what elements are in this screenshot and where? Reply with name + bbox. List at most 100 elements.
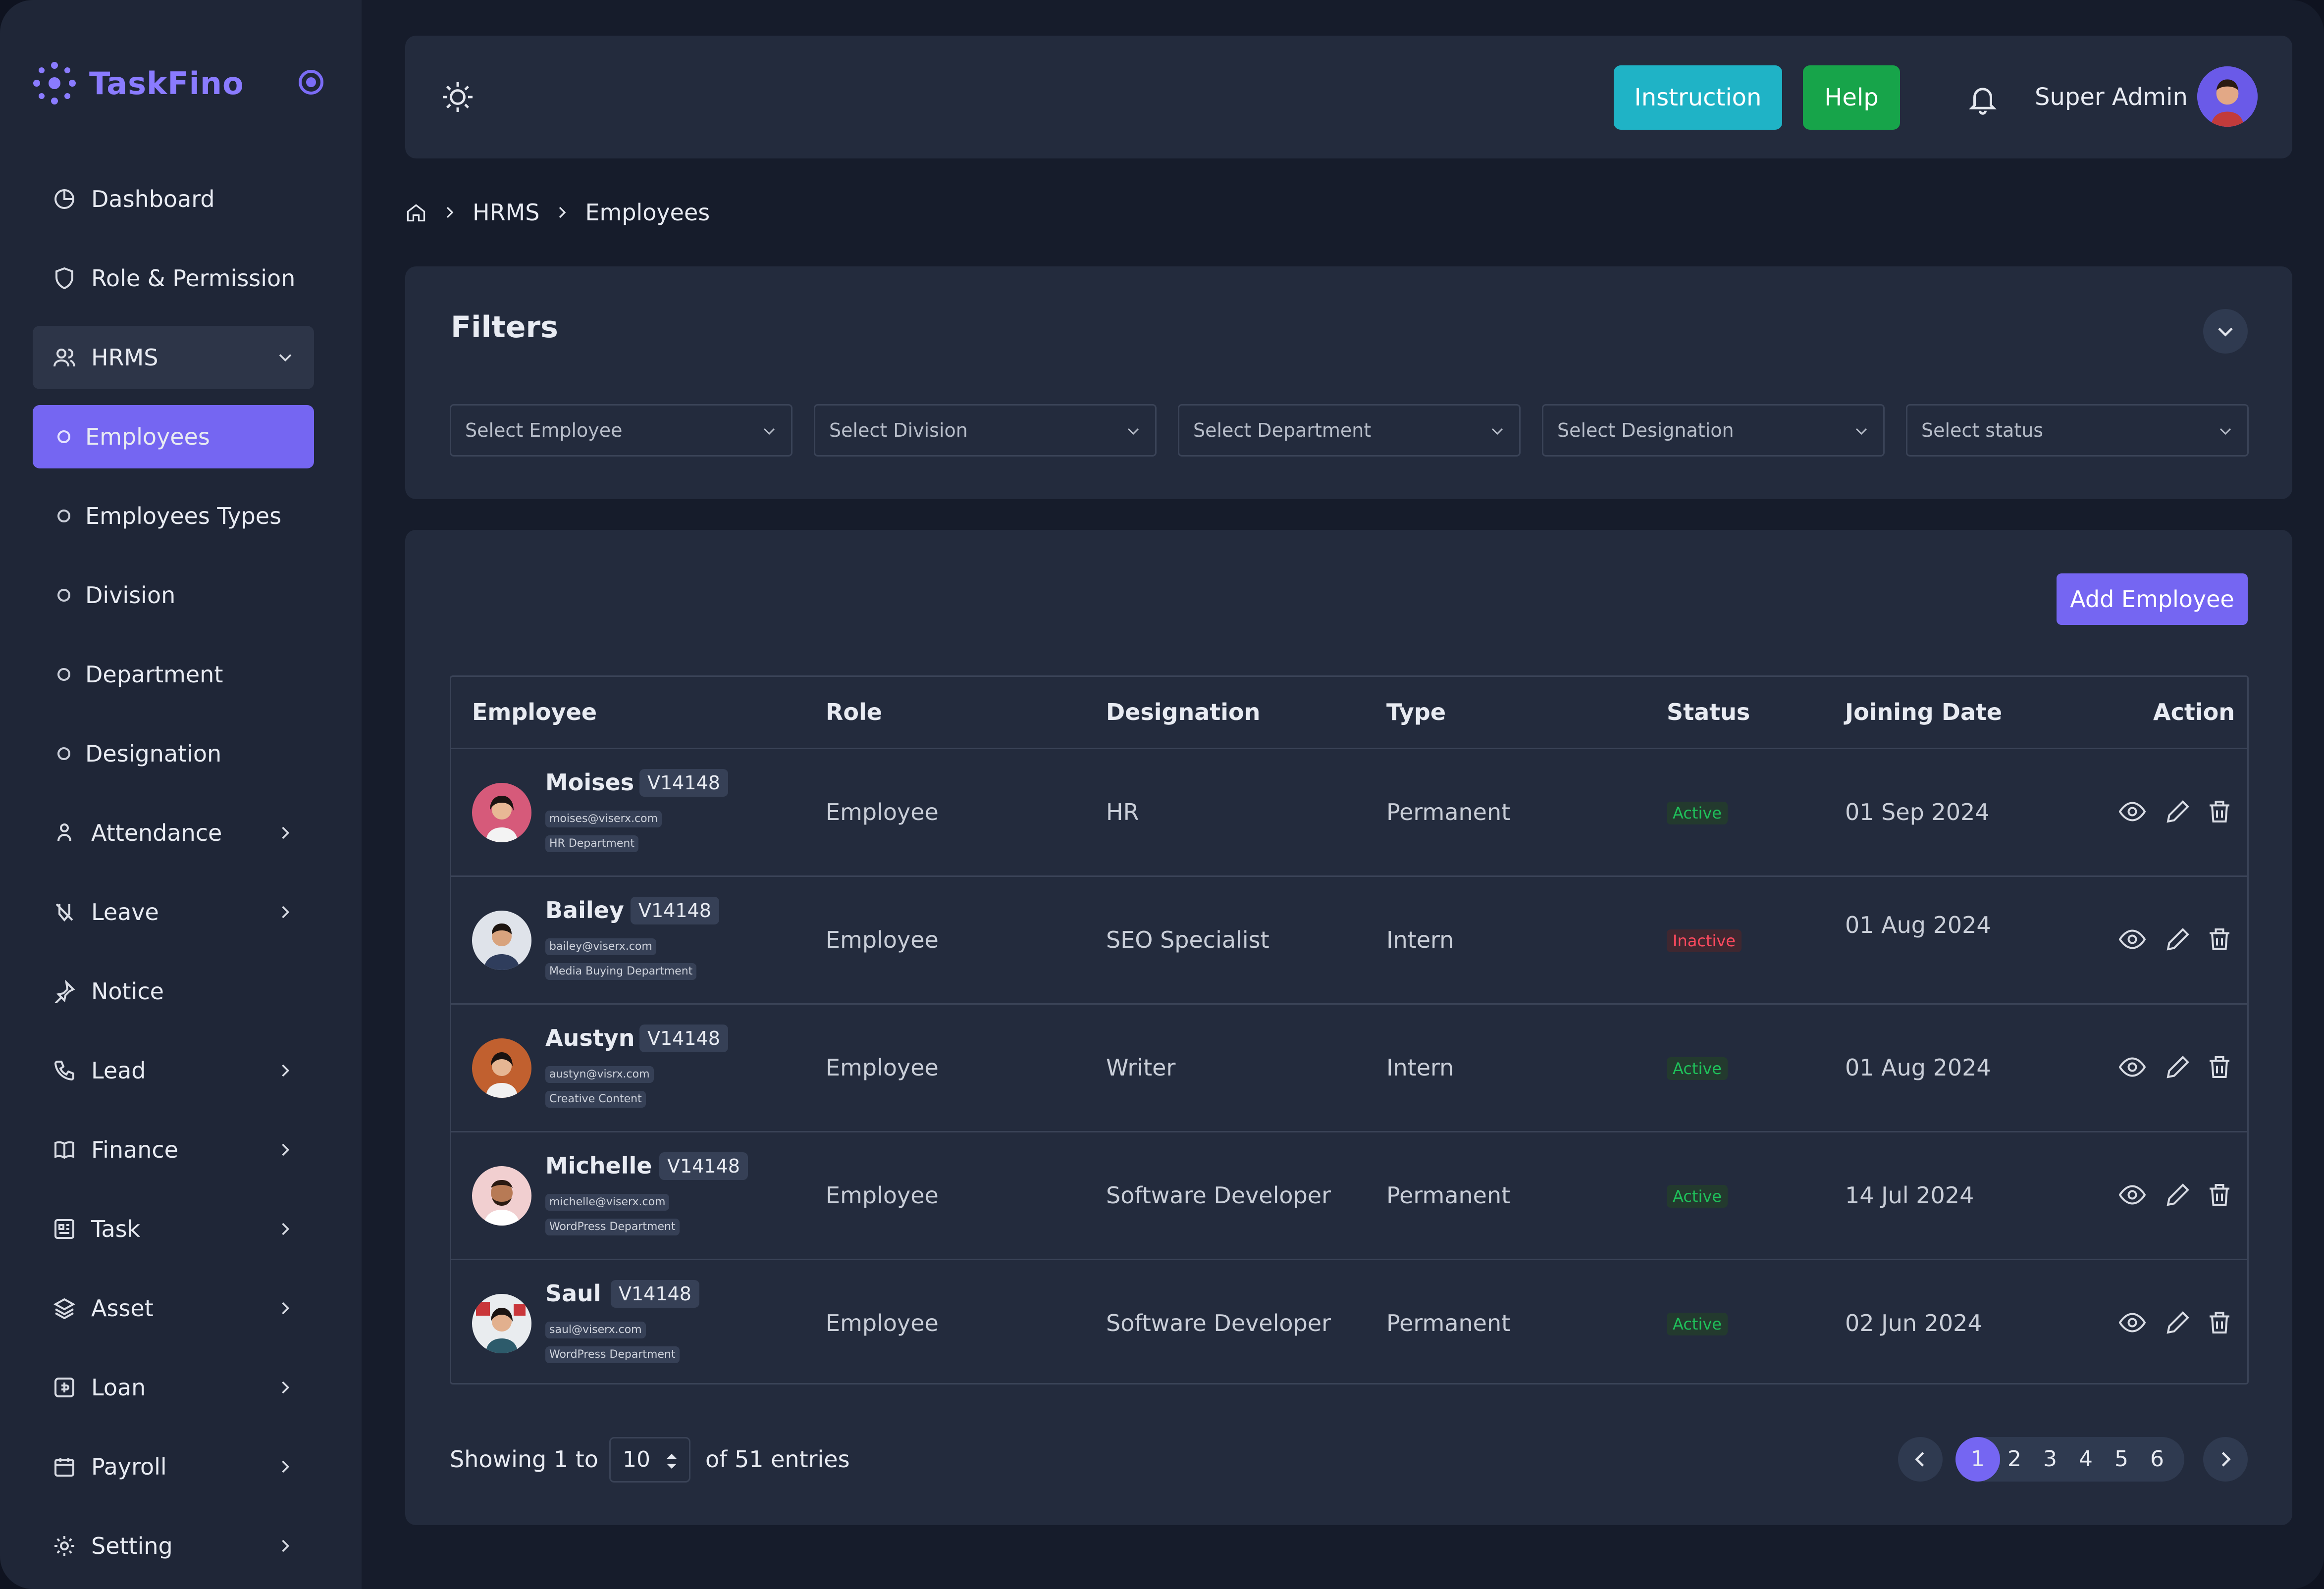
user-name[interactable]: Super Admin bbox=[2035, 83, 2188, 111]
breadcrumb-hrms[interactable]: HRMS bbox=[473, 199, 539, 226]
view-icon[interactable] bbox=[2117, 797, 2147, 826]
delete-icon[interactable] bbox=[2205, 797, 2234, 826]
sidebar-item-label: Dashboard bbox=[91, 186, 215, 212]
sidebar-item-setting[interactable]: Setting bbox=[33, 1514, 314, 1578]
sidebar-item-role-permission[interactable]: Role & Permission bbox=[33, 247, 314, 310]
table-row: Saul V14148 saul@viserx.com WordPress De… bbox=[451, 1260, 2247, 1388]
employee-avatar-icon bbox=[472, 1294, 531, 1353]
select-division[interactable]: Select Division bbox=[814, 404, 1157, 457]
employee-name[interactable]: Austyn bbox=[545, 1025, 634, 1051]
chevron-down-icon bbox=[1127, 428, 1139, 435]
filters-collapse-button[interactable] bbox=[2203, 309, 2248, 354]
employee-email: austyn@visrx.com bbox=[545, 1066, 654, 1083]
employee-code: V14148 bbox=[659, 1152, 748, 1180]
sidebar-item-label: Designation bbox=[85, 740, 222, 767]
table-row: Bailey V14148 bailey@viserx.com Media Bu… bbox=[451, 877, 2247, 1005]
sidebar-item-asset[interactable]: Asset bbox=[33, 1277, 314, 1340]
sidebar-item-attendance[interactable]: Attendance bbox=[33, 801, 314, 865]
delete-icon[interactable] bbox=[2205, 924, 2234, 954]
avatar[interactable] bbox=[2197, 66, 2258, 127]
edit-icon[interactable] bbox=[2163, 1308, 2193, 1337]
pagination-prev-button[interactable] bbox=[1898, 1437, 1943, 1482]
sidebar-item-label: HRMS bbox=[91, 344, 158, 371]
sidebar-item-label: Setting bbox=[91, 1533, 173, 1559]
chevron-down-icon bbox=[1491, 428, 1503, 435]
select-department[interactable]: Select Department bbox=[1178, 404, 1521, 457]
brand-name: TaskFino bbox=[89, 65, 244, 102]
home-icon[interactable] bbox=[405, 202, 427, 223]
employee-avatar-icon bbox=[472, 1166, 531, 1226]
sidebar-item-employees-types[interactable]: Employees Types bbox=[33, 484, 314, 548]
chevron-right-icon bbox=[2221, 1452, 2231, 1467]
view-icon[interactable] bbox=[2117, 1180, 2147, 1210]
help-button[interactable]: Help bbox=[1803, 65, 1900, 130]
sidebar-toggle-icon[interactable] bbox=[297, 68, 325, 96]
pagination-pages: 1 2 3 4 5 6 bbox=[1955, 1437, 2184, 1482]
sidebar-item-task[interactable]: Task bbox=[33, 1197, 314, 1261]
edit-icon[interactable] bbox=[2163, 1180, 2193, 1210]
user-avatar-icon bbox=[2197, 66, 2258, 127]
select-employee-placeholder: Select Employee bbox=[465, 419, 623, 441]
sidebar-item-loan[interactable]: Loan bbox=[33, 1356, 314, 1419]
sidebar-item-label: Lead bbox=[91, 1057, 146, 1084]
select-status[interactable]: Select status bbox=[1906, 404, 2249, 457]
view-icon[interactable] bbox=[2117, 924, 2147, 954]
bell-icon[interactable] bbox=[1966, 81, 1999, 116]
employee-type: Permanent bbox=[1386, 799, 1511, 825]
sidebar-item-dashboard[interactable]: Dashboard bbox=[33, 167, 314, 231]
sidebar-item-department[interactable]: Department bbox=[33, 643, 314, 706]
sidebar-item-lead[interactable]: Lead bbox=[33, 1039, 314, 1102]
sidebar-item-division[interactable]: Division bbox=[33, 564, 314, 627]
sidebar-item-payroll[interactable]: Payroll bbox=[33, 1435, 314, 1498]
loan-icon bbox=[54, 1378, 74, 1397]
instruction-button[interactable]: Instruction bbox=[1614, 65, 1782, 130]
sidebar-item-employees[interactable]: Employees bbox=[33, 405, 314, 468]
edit-icon[interactable] bbox=[2163, 924, 2193, 954]
page-6-button[interactable]: 6 bbox=[2135, 1437, 2179, 1482]
employee-name[interactable]: Saul bbox=[545, 1280, 601, 1307]
sidebar-item-hrms[interactable]: HRMS bbox=[33, 326, 314, 389]
employee-code: V14148 bbox=[639, 769, 728, 797]
avatar bbox=[472, 1038, 531, 1098]
employee-designation: SEO Specialist bbox=[1106, 926, 1269, 953]
sidebar-item-leave[interactable]: Leave bbox=[33, 880, 314, 944]
employee-role: Employee bbox=[826, 1310, 939, 1336]
dashboard-icon bbox=[54, 189, 74, 209]
sidebar-item-notice[interactable]: Notice bbox=[33, 960, 314, 1023]
sidebar-item-designation[interactable]: Designation bbox=[33, 722, 314, 785]
brand-logo[interactable]: TaskFino bbox=[31, 58, 244, 108]
edit-icon[interactable] bbox=[2163, 797, 2193, 826]
employee-name[interactable]: Bailey bbox=[545, 897, 624, 923]
app-window: TaskFino Dashboard Role & Permission HRM… bbox=[0, 0, 2324, 1589]
sun-icon[interactable] bbox=[440, 79, 475, 115]
select-department-placeholder: Select Department bbox=[1193, 419, 1372, 441]
page-size-select[interactable]: 10 bbox=[609, 1437, 690, 1483]
column-joining-date: Joining Date bbox=[1845, 699, 2003, 725]
select-designation[interactable]: Select Designation bbox=[1542, 404, 1885, 457]
employee-name[interactable]: Moises bbox=[545, 769, 634, 796]
select-employee[interactable]: Select Employee bbox=[450, 404, 792, 457]
view-icon[interactable] bbox=[2117, 1308, 2147, 1337]
delete-icon[interactable] bbox=[2205, 1308, 2234, 1337]
employee-joining-date: 01 Aug 2024 bbox=[1845, 912, 1991, 938]
showing-prefix: Showing 1 to bbox=[450, 1446, 598, 1473]
edit-icon[interactable] bbox=[2163, 1052, 2193, 1082]
pagination-next-button[interactable] bbox=[2203, 1437, 2248, 1482]
sidebar-item-label: Division bbox=[85, 582, 176, 609]
chevron-right-icon bbox=[559, 206, 566, 218]
delete-icon[interactable] bbox=[2205, 1180, 2234, 1210]
phone-icon bbox=[54, 1061, 74, 1081]
pin-icon bbox=[54, 979, 75, 1003]
employee-role: Employee bbox=[826, 1182, 939, 1209]
employee-joining-date: 01 Sep 2024 bbox=[1845, 799, 1990, 825]
employee-joining-date: 14 Jul 2024 bbox=[1845, 1182, 1974, 1209]
employee-name[interactable]: Michelle bbox=[545, 1152, 652, 1179]
column-action: Action bbox=[2153, 699, 2235, 725]
chevron-right-icon bbox=[282, 906, 290, 919]
chevron-right-icon bbox=[282, 1302, 290, 1315]
sidebar-item-finance[interactable]: Finance bbox=[33, 1118, 314, 1181]
table-row: Austyn V14148 austyn@visrx.com Creative … bbox=[451, 1005, 2247, 1132]
view-icon[interactable] bbox=[2117, 1052, 2147, 1082]
add-employee-button[interactable]: Add Employee bbox=[2057, 573, 2248, 625]
delete-icon[interactable] bbox=[2205, 1052, 2234, 1082]
